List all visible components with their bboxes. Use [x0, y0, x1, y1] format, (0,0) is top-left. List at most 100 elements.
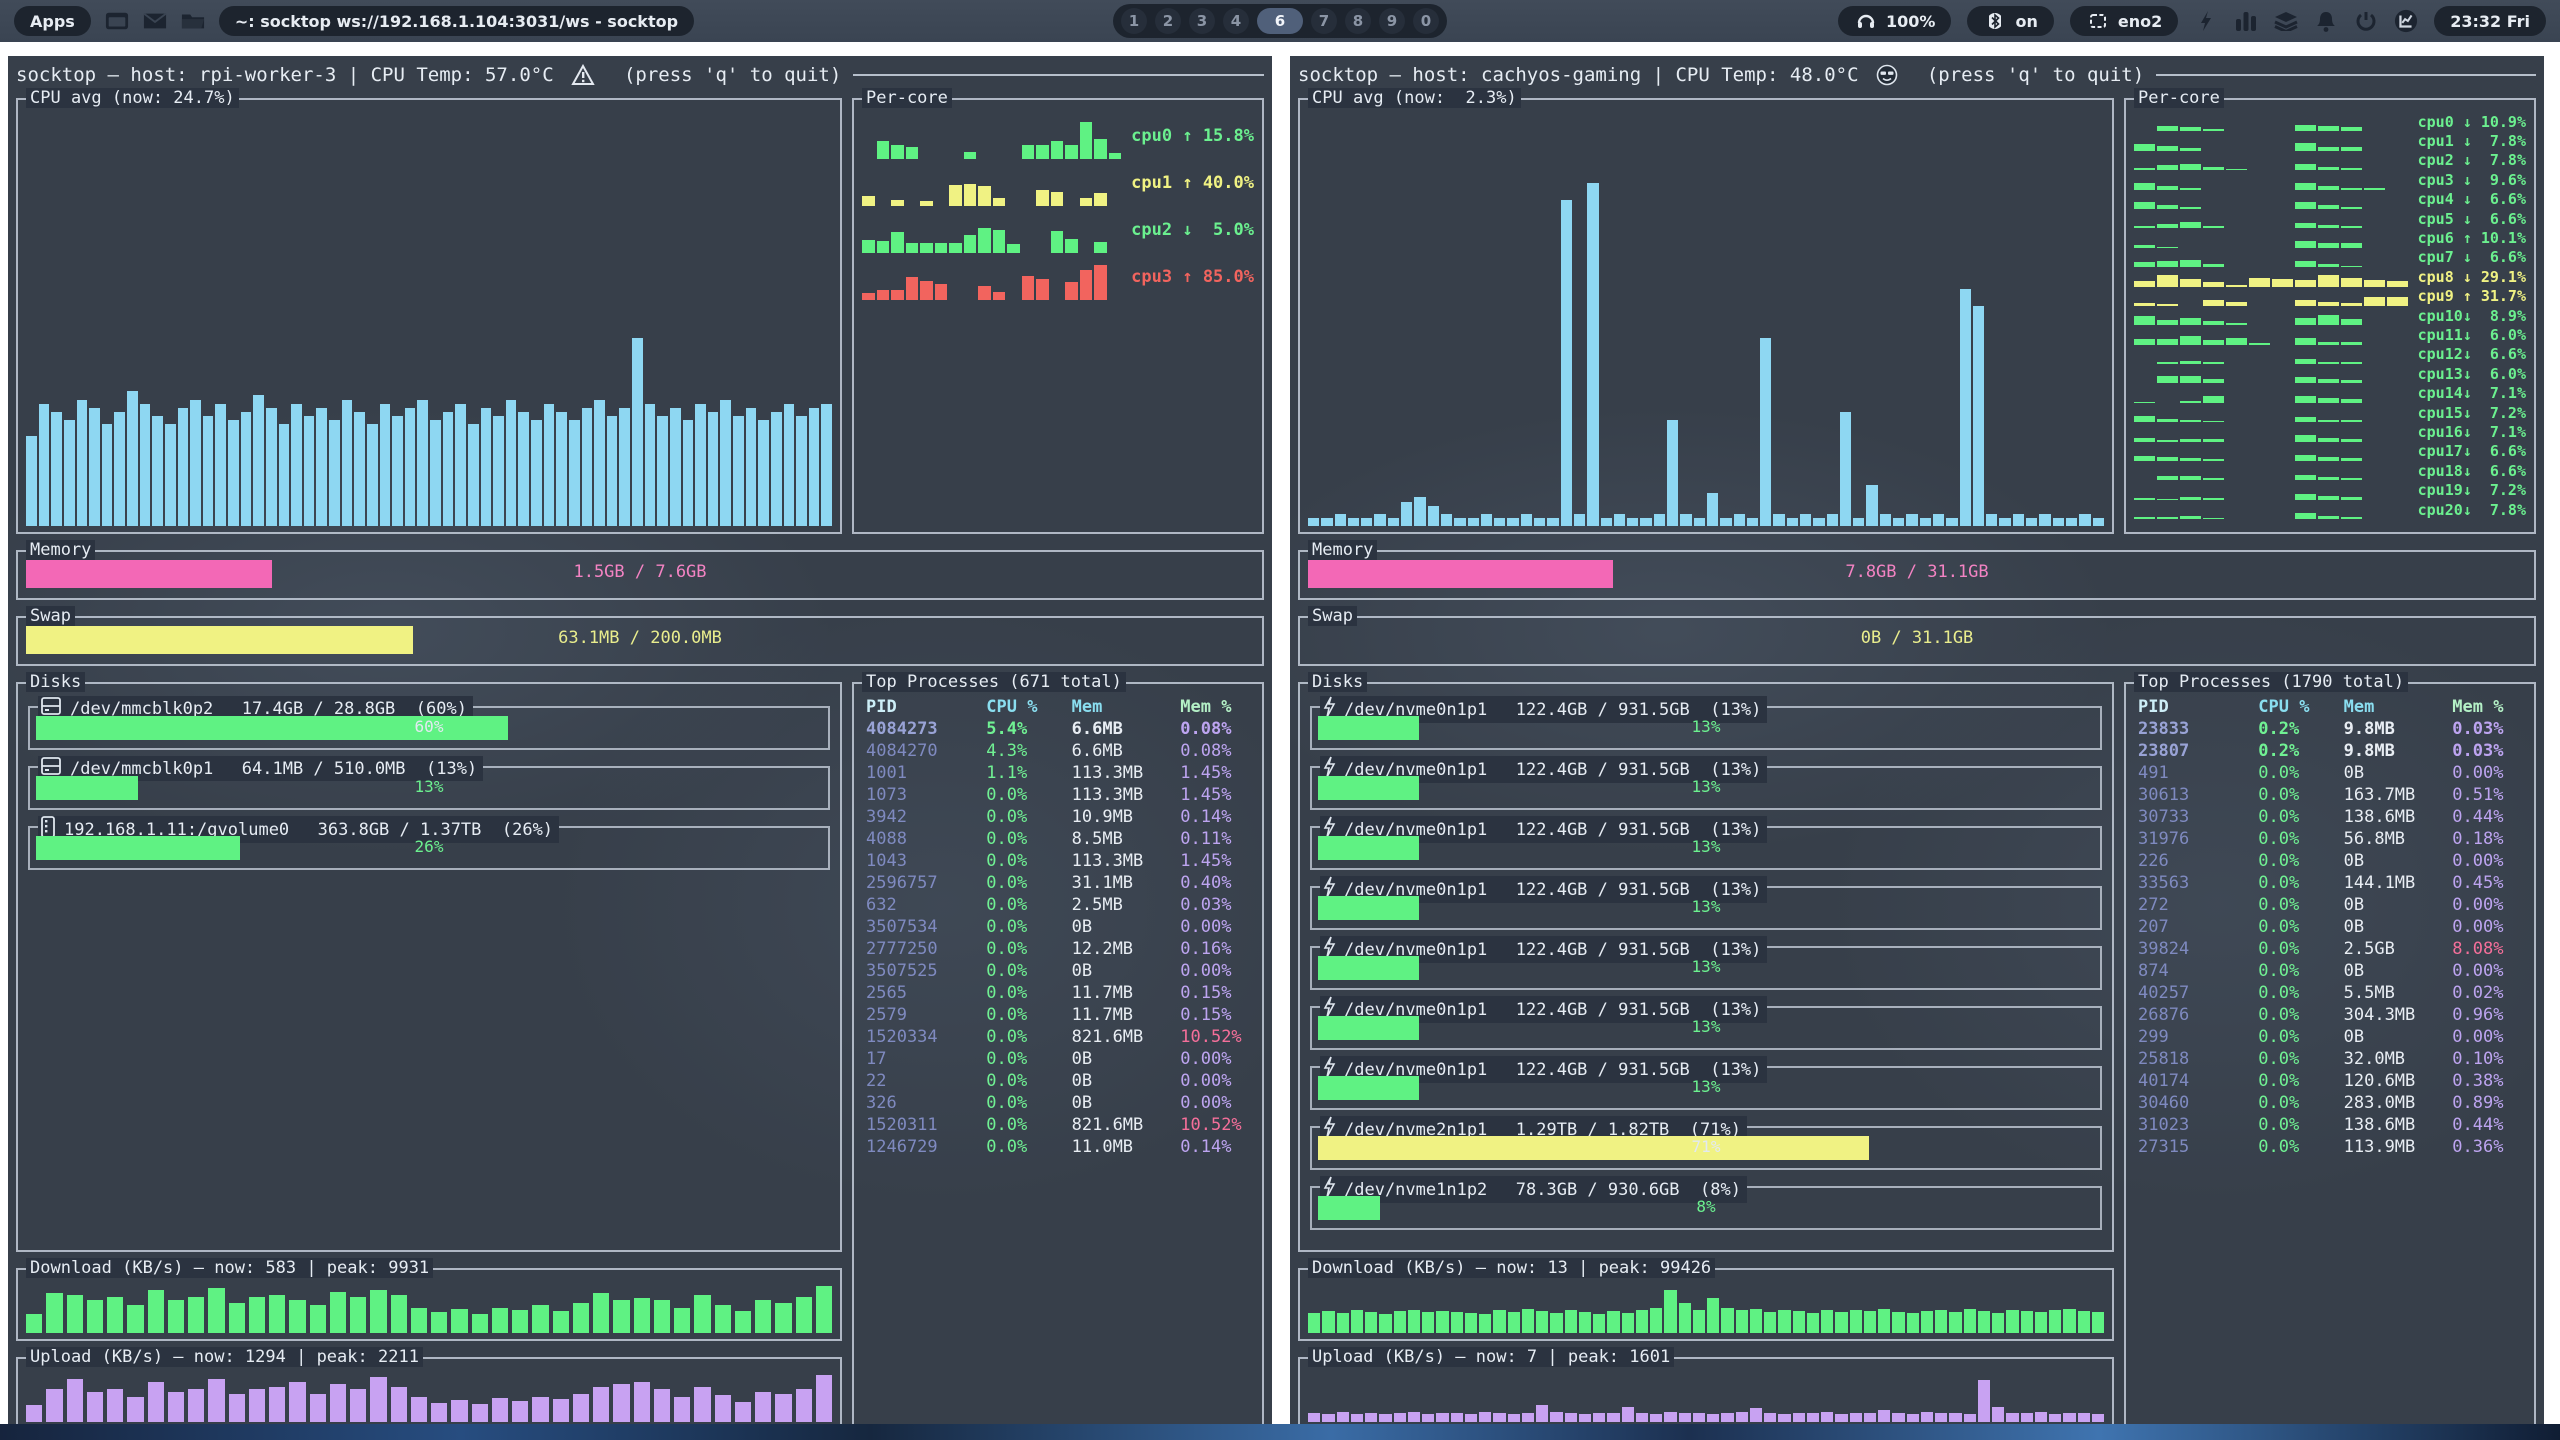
graph-bar	[1935, 1413, 1947, 1422]
core-sparkline	[2134, 422, 2408, 441]
power-icon[interactable]	[2354, 9, 2378, 33]
volume-control[interactable]: 100%	[1838, 6, 1951, 36]
process-row: 238070.2%9.8MB0.03%	[2138, 740, 2526, 762]
core-row: cpu17↓ 6.6%	[2134, 442, 2526, 461]
process-header-row: PIDCPU %MemMem %	[2138, 696, 2526, 718]
process-pid: 17	[866, 1048, 986, 1070]
graph-bar	[694, 1387, 710, 1422]
graph-bar	[1468, 518, 1479, 526]
history-icon[interactable]	[2394, 9, 2418, 33]
graph-bar	[683, 420, 694, 526]
graph-bar	[1793, 1311, 1805, 1333]
process-table: PIDCPU %MemMem %40842735.4%6.6MB0.08%408…	[866, 696, 1254, 1422]
core-row: cpu13↓ 6.0%	[2134, 364, 2526, 383]
process-pid: 299	[2138, 1026, 2258, 1048]
graph-bar	[493, 416, 504, 526]
graph-bar	[906, 243, 919, 253]
graph-bar	[2180, 336, 2201, 345]
graph-bar	[188, 1297, 204, 1333]
process-cpu: 0.0%	[986, 960, 1071, 982]
graph-bar	[1627, 518, 1638, 526]
terminal-window-rpi-worker-3[interactable]: socktop — host: rpi-worker-3 | CPU Temp:…	[8, 56, 1272, 1424]
process-row: 25790.0%11.7MB0.15%	[866, 1004, 1254, 1026]
graph-bar	[1978, 1380, 1990, 1422]
core-label: cpu8 ↓ 29.1%	[2418, 268, 2526, 286]
apps-button[interactable]: Apps	[14, 6, 91, 36]
process-mem-pct: 0.36%	[2452, 1136, 2526, 1158]
graph-bar	[654, 1389, 670, 1422]
bell-icon[interactable]	[2314, 9, 2338, 33]
process-cpu: 0.0%	[2258, 806, 2343, 828]
core-row: cpu15↓ 7.2%	[2134, 403, 2526, 422]
process-cpu: 0.0%	[2258, 1070, 2343, 1092]
process-header-mem: Mem	[1072, 696, 1181, 718]
workspace-2[interactable]: 2	[1155, 8, 1181, 34]
disk-row: /dev/nvme2n1p1 1.29TB / 1.82TB (71%)71%	[1310, 1126, 2102, 1170]
graph-bar	[862, 293, 875, 300]
workspace-0[interactable]: 0	[1413, 8, 1439, 34]
process-mem: 32.0MB	[2344, 1048, 2453, 1070]
graph-bar	[670, 408, 681, 526]
graph-bar	[1747, 518, 1758, 526]
workspace-8[interactable]: 8	[1345, 8, 1371, 34]
layers-icon[interactable]	[2274, 9, 2298, 33]
workspace-1[interactable]: 1	[1121, 8, 1147, 34]
stats-icon[interactable]	[2234, 9, 2258, 33]
graph-bar	[89, 408, 100, 526]
process-row: 2070.0%0B0.00%	[2138, 916, 2526, 938]
graph-bar	[1479, 1314, 1491, 1333]
graph-bar	[329, 420, 340, 526]
core-label: cpu18↓ 6.6%	[2418, 462, 2526, 480]
graph-bar	[1679, 1303, 1691, 1333]
process-mem-pct: 10.52%	[1180, 1114, 1254, 1136]
core-row: cpu18↓ 6.6%	[2134, 461, 2526, 480]
graph-bar	[582, 408, 593, 526]
folder-icon[interactable]	[181, 9, 205, 33]
network-control[interactable]: eno2	[2070, 6, 2178, 36]
workspace-9[interactable]: 9	[1379, 8, 1405, 34]
warning-icon	[571, 64, 595, 86]
process-row: 10011.1%113.3MB1.45%	[866, 762, 1254, 784]
process-pid: 40257	[2138, 982, 2258, 1004]
bolt-icon[interactable]	[2194, 9, 2218, 33]
workspace-7[interactable]: 7	[1311, 8, 1337, 34]
title-rule	[2156, 74, 2536, 76]
graph-bar	[1601, 518, 1612, 526]
graph-bar	[1565, 1413, 1577, 1422]
process-mem: 8.5MB	[1072, 828, 1181, 850]
process-mem-pct: 0.03%	[2452, 718, 2526, 740]
workspace-4[interactable]: 4	[1223, 8, 1249, 34]
graph-bar	[1878, 1309, 1890, 1333]
graph-bar	[2134, 517, 2155, 520]
swap-panel-label: Swap	[1308, 606, 1357, 626]
process-cpu: 0.0%	[986, 1026, 1071, 1048]
graph-bar	[228, 420, 239, 526]
workspace-6[interactable]: 6	[1257, 8, 1303, 34]
disks-panel: Disks/dev/mmcblk0p2 17.4GB / 28.8GB (60%…	[16, 682, 842, 1252]
graph-bar	[39, 404, 50, 526]
focused-window-title[interactable]: ~: socktop ws://192.168.1.104:3031/ws - …	[219, 6, 694, 36]
window-icon[interactable]	[105, 9, 129, 33]
terminal-window-cachyos-gaming[interactable]: socktop — host: cachyos-gaming | CPU Tem…	[1290, 56, 2544, 1424]
process-cpu: 0.0%	[2258, 1092, 2343, 1114]
graph-bar	[417, 400, 428, 526]
graph-bar	[906, 147, 919, 159]
graph-bar	[1051, 192, 1064, 206]
process-pid: 874	[2138, 960, 2258, 982]
workspace-3[interactable]: 3	[1189, 8, 1215, 34]
clock[interactable]: 23:32 Fri	[2434, 6, 2546, 36]
core-row: cpu2 ↓ 5.0%	[862, 206, 1254, 253]
graph-bar	[148, 1290, 164, 1333]
process-header-mem: Mem %	[2452, 696, 2526, 718]
process-mem: 0B	[2344, 960, 2453, 982]
mail-icon[interactable]	[143, 9, 167, 33]
process-pid: 23807	[2138, 740, 2258, 762]
process-row: 170.0%0B0.00%	[866, 1048, 1254, 1070]
process-cpu: 0.2%	[2258, 718, 2343, 740]
graph-bar	[2093, 518, 2104, 526]
disk-row: /dev/nvme0n1p1 122.4GB / 931.5GB (13%)13…	[1310, 946, 2102, 990]
graph-bar	[553, 1311, 569, 1333]
process-mem: 0B	[1072, 1048, 1181, 1070]
bluetooth-control[interactable]: on	[1967, 6, 2053, 36]
graph-bar	[2066, 518, 2077, 526]
